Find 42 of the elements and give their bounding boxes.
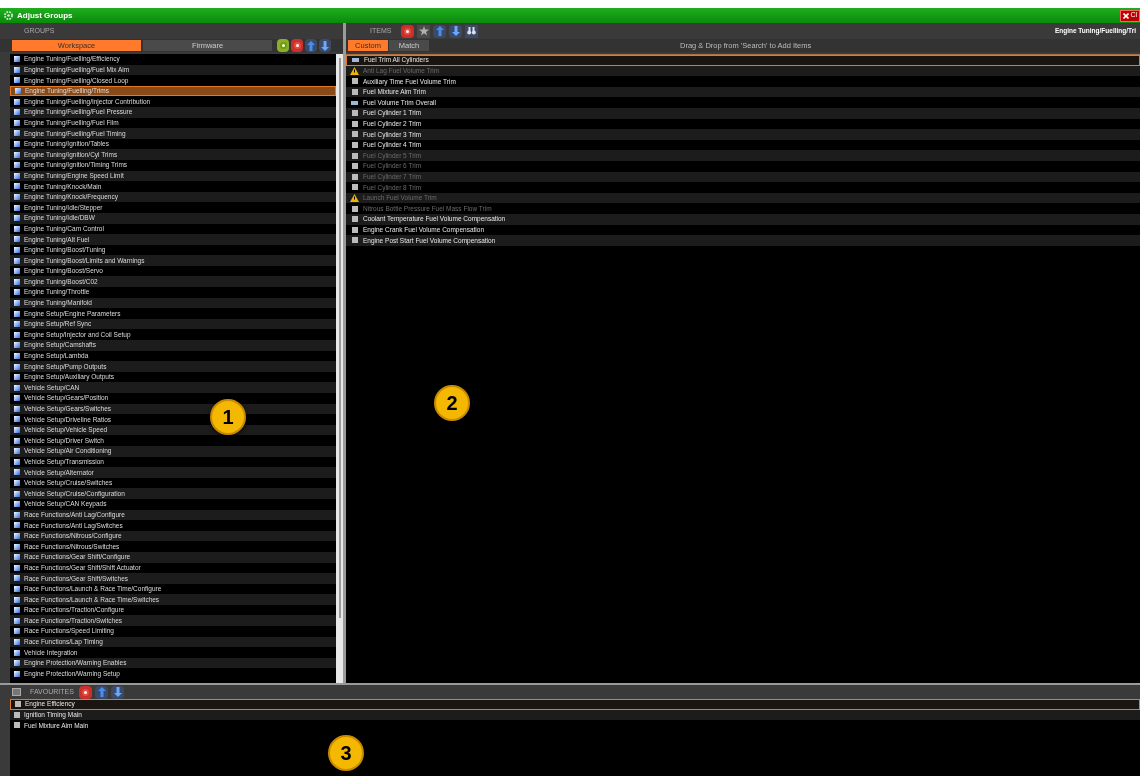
move-down-button[interactable] (319, 39, 331, 52)
window-title: Adjust Groups (17, 9, 73, 22)
square-icon (351, 163, 358, 170)
square-icon (15, 701, 21, 708)
remove-button[interactable] (291, 39, 304, 52)
step-number-badge: 2 (434, 385, 470, 421)
square-icon (14, 711, 20, 718)
gear-icon (4, 11, 13, 20)
square-icon (351, 237, 358, 244)
table-icon (351, 100, 358, 105)
remove-button[interactable] (401, 24, 414, 38)
scrollbar[interactable] (336, 54, 343, 683)
warning-icon (350, 194, 359, 202)
move-down-button[interactable] (449, 24, 462, 38)
square-icon (351, 226, 358, 233)
square-icon (351, 205, 358, 212)
favourite-button[interactable] (417, 24, 430, 38)
warning-icon (350, 66, 359, 75)
square-icon (351, 120, 358, 127)
square-icon (351, 184, 358, 191)
favourites-icon (12, 688, 21, 696)
square-icon (351, 110, 358, 117)
move-down-button[interactable] (111, 685, 124, 699)
square-icon (351, 78, 358, 85)
square-icon (351, 173, 358, 180)
close-icon (1123, 12, 1130, 19)
square-icon (351, 131, 358, 138)
move-up-button[interactable] (95, 685, 108, 699)
move-up-button[interactable] (433, 24, 446, 38)
remove-button[interactable] (79, 685, 92, 699)
binoculars-icon (467, 27, 476, 35)
binoculars-button[interactable] (465, 24, 478, 38)
add-button[interactable] (277, 39, 290, 52)
square-icon (351, 142, 358, 149)
square-icon (351, 216, 358, 223)
square-icon (351, 152, 358, 159)
square-icon (351, 89, 358, 96)
table-icon (352, 58, 359, 63)
move-up-button[interactable] (305, 39, 317, 52)
step-number-badge: 3 (328, 735, 364, 771)
star-icon (418, 26, 429, 36)
square-icon (14, 722, 20, 729)
